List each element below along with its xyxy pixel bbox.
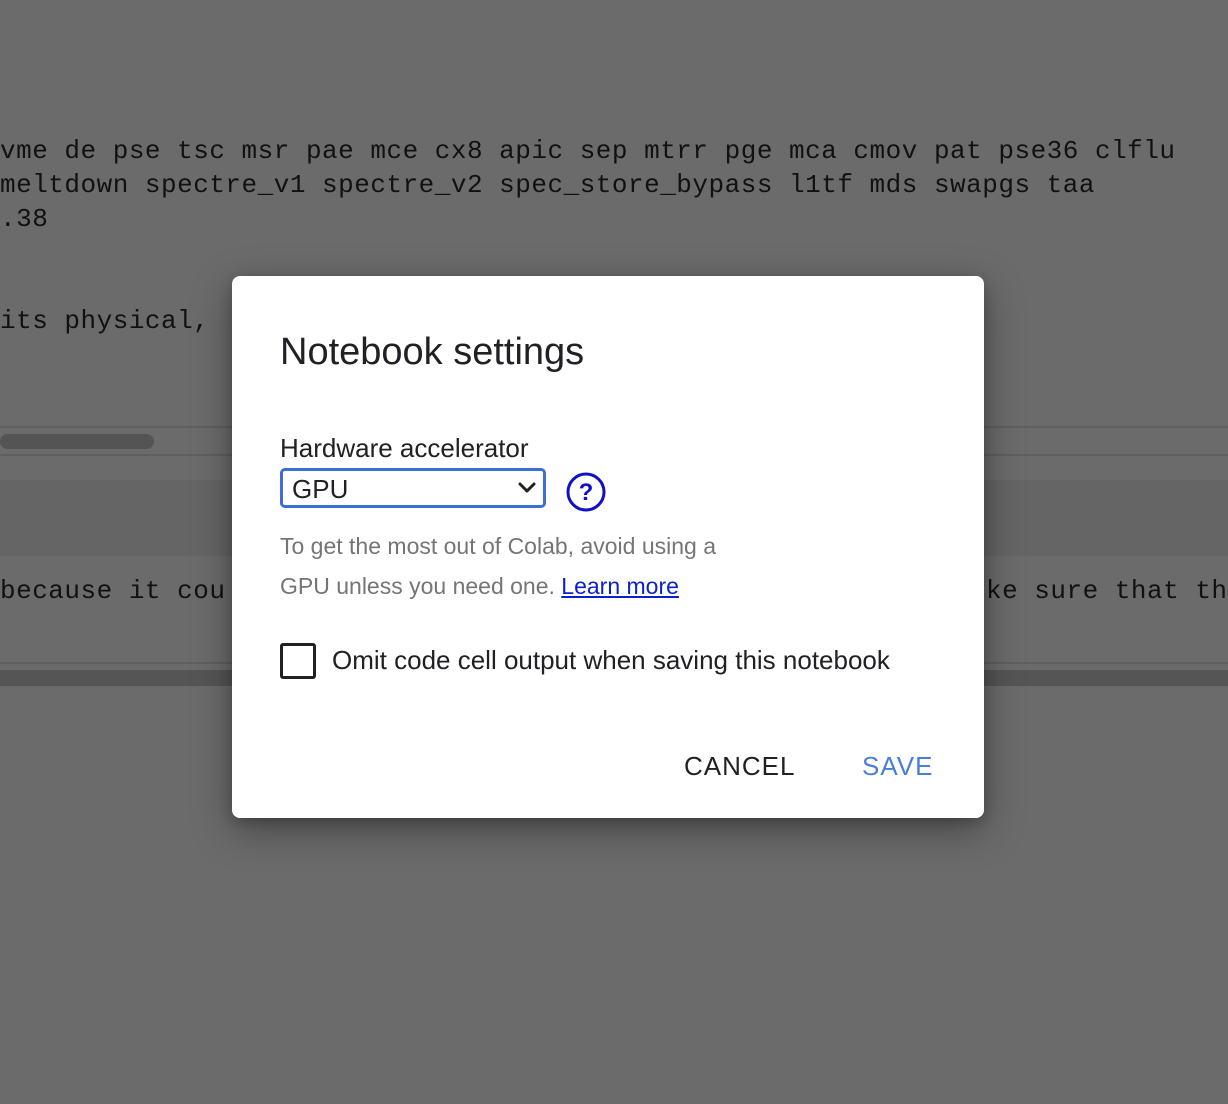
dialog-title: Notebook settings — [280, 331, 585, 373]
output-line-version: .38 — [0, 204, 49, 234]
output-line-warning-left: because it cou — [0, 576, 226, 606]
output-line-warning-right: ke sure that th — [986, 576, 1228, 606]
hardware-accelerator-select[interactable]: GPU — [280, 468, 546, 508]
hardware-accelerator-label: Hardware accelerator — [280, 433, 529, 463]
chevron-down-icon — [518, 482, 536, 493]
learn-more-link[interactable]: Learn more — [561, 573, 679, 599]
omit-output-checkbox[interactable] — [280, 643, 316, 679]
omit-output-label[interactable]: Omit code cell output when saving this n… — [332, 644, 890, 676]
help-circle-icon[interactable]: ? — [566, 472, 606, 512]
output-line-cpu-bugs: meltdown spectre_v1 spectre_v2 spec_stor… — [0, 170, 1095, 200]
gpu-hint-text: To get the most out of Colab, avoid usin… — [280, 526, 740, 606]
output-line-cpu-flags: vme de pse tsc msr pae mce cx8 apic sep … — [0, 136, 1176, 166]
cancel-button[interactable]: CANCEL — [674, 746, 805, 786]
notebook-settings-dialog: Notebook settings Hardware accelerator G… — [232, 276, 984, 818]
save-button[interactable]: SAVE — [852, 746, 943, 786]
svg-text:?: ? — [579, 479, 594, 506]
output-scrollbar[interactable] — [0, 434, 154, 449]
output-line-physical: its physical, — [0, 306, 210, 336]
select-value: GPU — [292, 474, 349, 504]
